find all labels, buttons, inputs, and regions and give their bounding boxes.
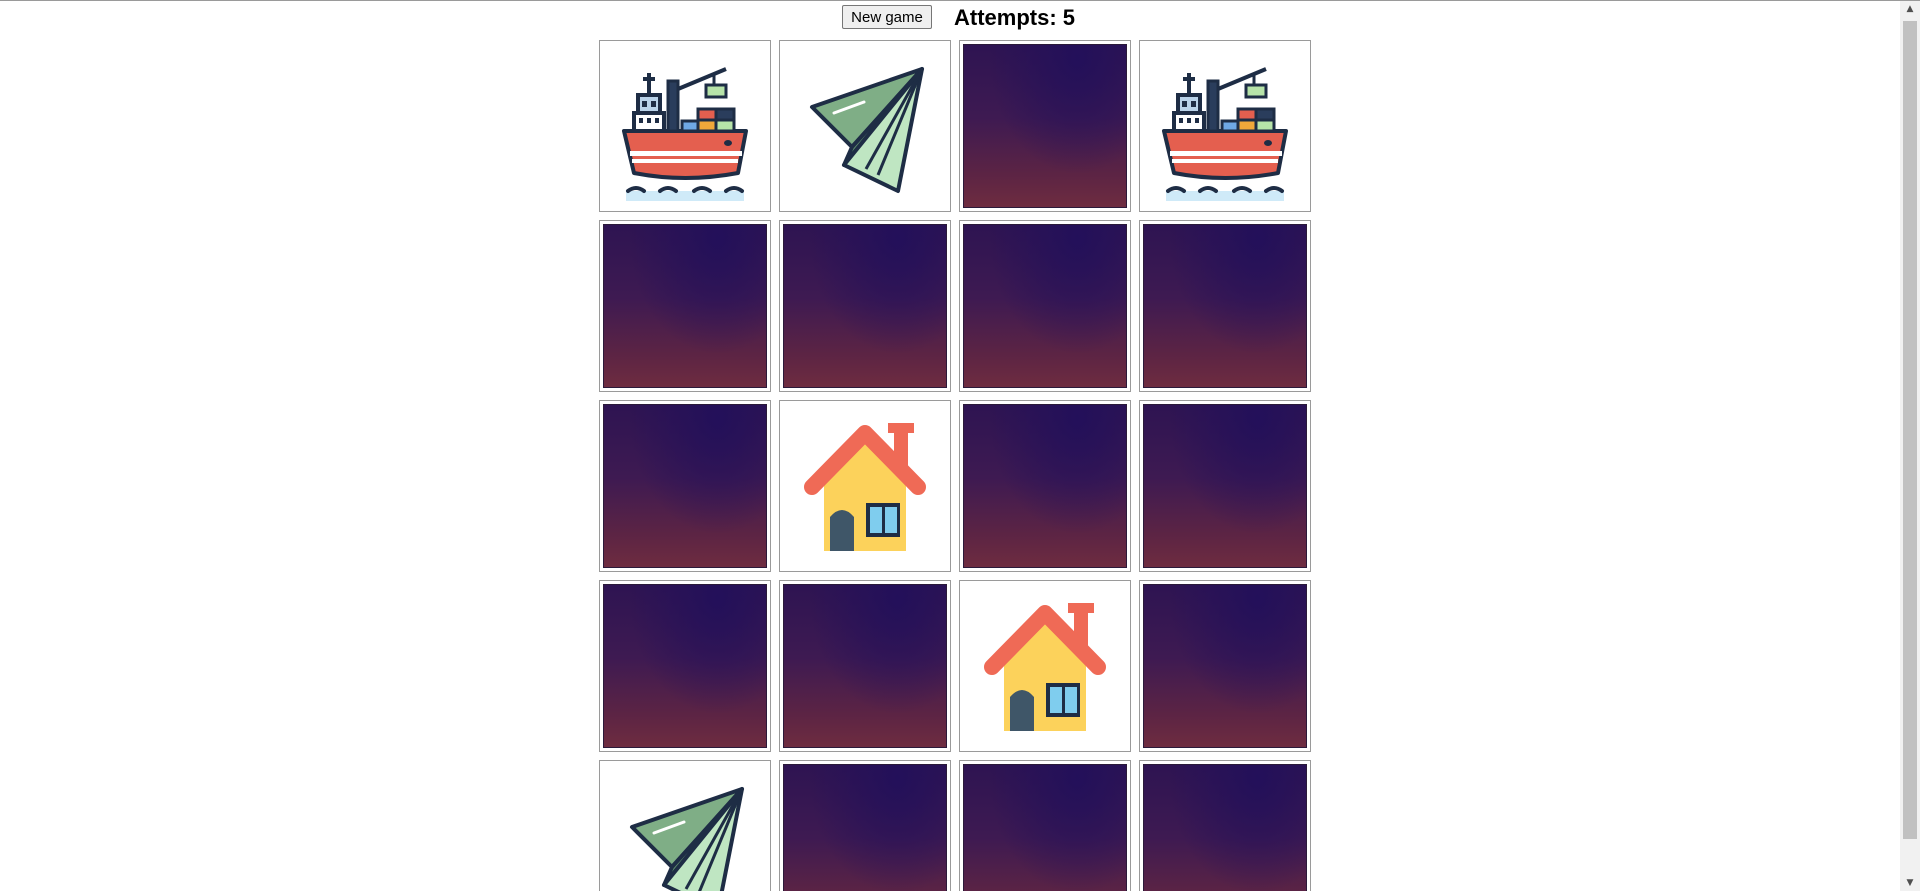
card-back [1143, 224, 1307, 388]
memory-card[interactable] [959, 220, 1131, 392]
card-back [783, 584, 947, 748]
memory-card[interactable] [1139, 40, 1311, 212]
card-back [603, 584, 767, 748]
card-back [783, 764, 947, 891]
ship-icon [610, 51, 760, 201]
memory-card[interactable] [959, 580, 1131, 752]
memory-card[interactable] [599, 580, 771, 752]
card-back [603, 404, 767, 568]
memory-card[interactable] [779, 580, 951, 752]
memory-card[interactable] [1139, 760, 1311, 891]
memory-card[interactable] [779, 760, 951, 891]
memory-card[interactable] [599, 760, 771, 891]
memory-card[interactable] [959, 760, 1131, 891]
scroll-up-arrow-icon[interactable]: ▲ [1900, 1, 1920, 18]
paper-plane-icon [610, 771, 760, 891]
memory-card[interactable] [1139, 220, 1311, 392]
card-back [963, 404, 1127, 568]
new-game-button[interactable]: New game [842, 5, 932, 29]
memory-card[interactable] [959, 400, 1131, 572]
memory-card[interactable] [1139, 580, 1311, 752]
memory-card[interactable] [779, 400, 951, 572]
card-grid [599, 40, 1311, 891]
scroll-down-arrow-icon[interactable]: ▼ [1900, 875, 1920, 891]
card-back [1143, 584, 1307, 748]
house-icon [970, 591, 1120, 741]
game-header: New game Attempts: 5 [0, 4, 1900, 32]
memory-card[interactable] [599, 400, 771, 572]
card-back [783, 224, 947, 388]
memory-card[interactable] [779, 220, 951, 392]
attempts-counter: Attempts: 5 [954, 5, 1076, 30]
game-page: New game Attempts: 5 ▲ ▼ [0, 0, 1920, 891]
memory-card[interactable] [599, 220, 771, 392]
memory-card[interactable] [599, 40, 771, 212]
card-back [603, 224, 767, 388]
memory-card[interactable] [1139, 400, 1311, 572]
card-back [963, 764, 1127, 891]
memory-card[interactable] [779, 40, 951, 212]
paper-plane-icon [790, 51, 940, 201]
vertical-scrollbar[interactable]: ▲ ▼ [1900, 1, 1920, 891]
card-back [963, 44, 1127, 208]
card-back [1143, 764, 1307, 891]
house-icon [790, 411, 940, 561]
card-back [1143, 404, 1307, 568]
ship-icon [1150, 51, 1300, 201]
card-back [963, 224, 1127, 388]
scroll-thumb[interactable] [1903, 21, 1917, 839]
memory-card[interactable] [959, 40, 1131, 212]
